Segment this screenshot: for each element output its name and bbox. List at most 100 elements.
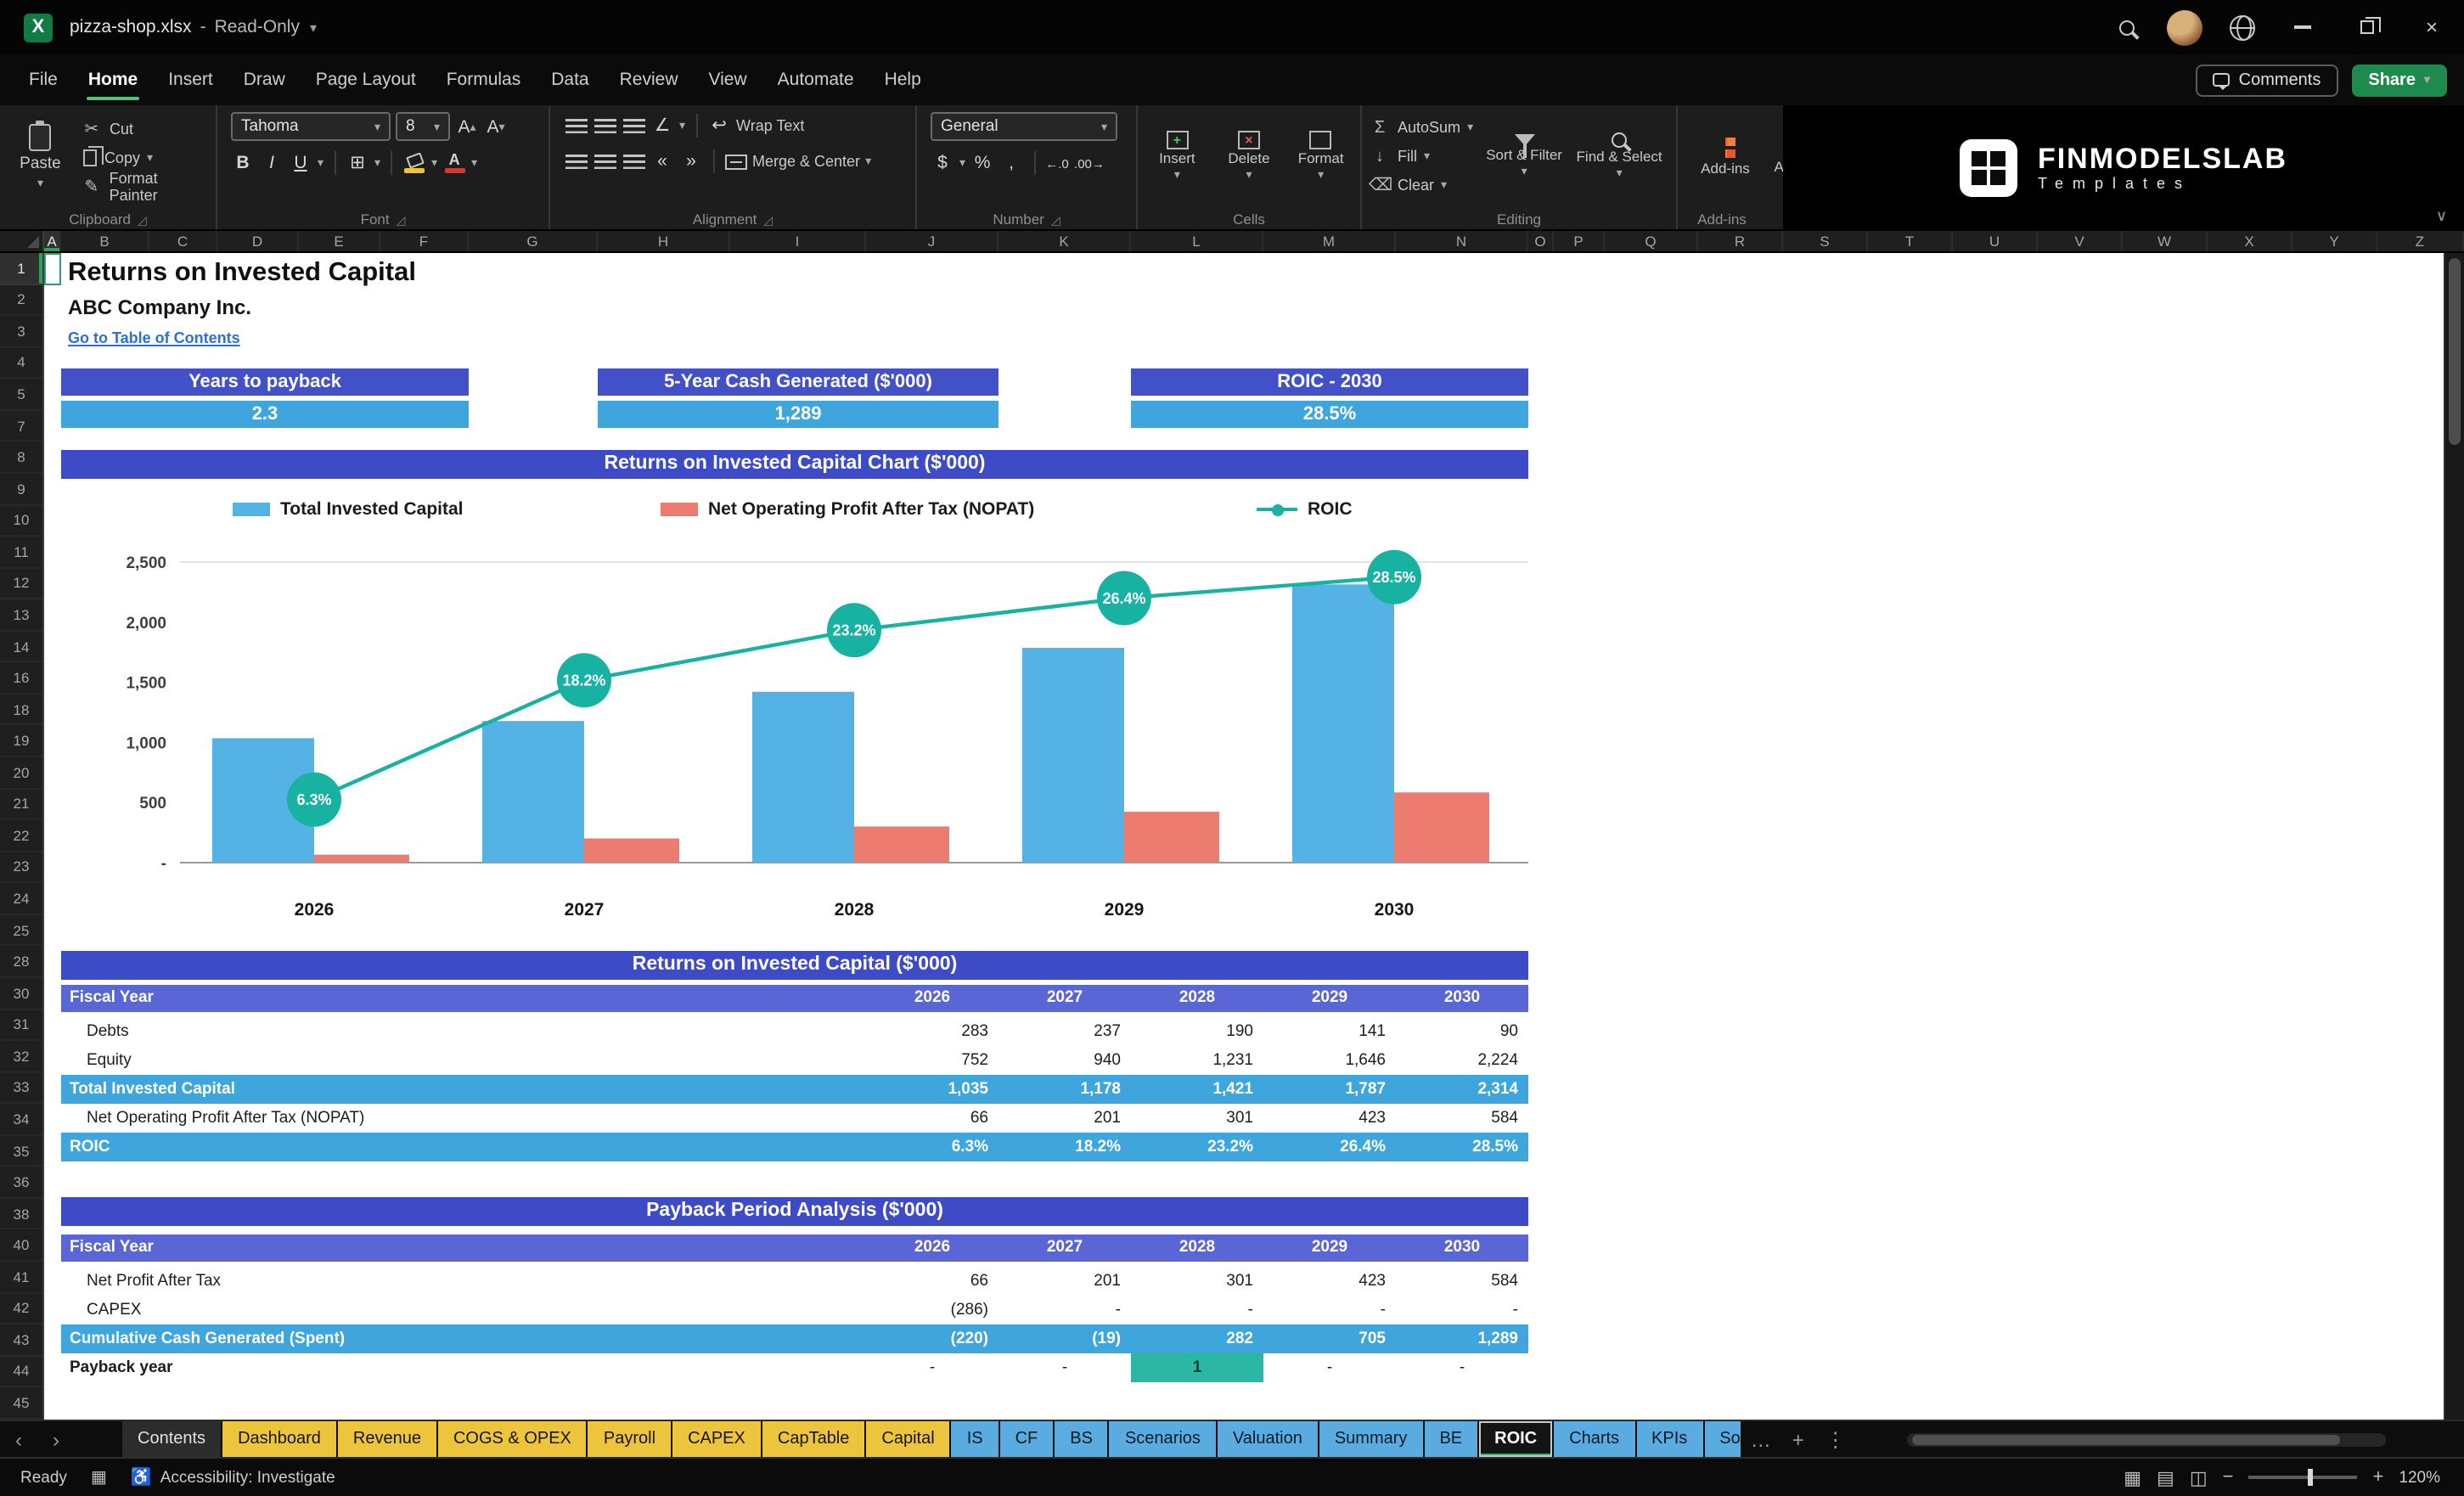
align-bottom-button[interactable]	[622, 112, 645, 139]
zoom-in-button[interactable]: +	[2373, 1467, 2384, 1488]
header-cell-2029[interactable]: 2029	[1263, 985, 1396, 1012]
menu-file[interactable]: File	[14, 54, 73, 105]
tab-be[interactable]: BE	[1424, 1421, 1478, 1457]
row-header-3[interactable]: 3	[0, 316, 42, 348]
row-header-32[interactable]: 32	[0, 1041, 42, 1073]
row-header-45[interactable]: 45	[0, 1388, 42, 1420]
format-painter-button[interactable]: ✎ Format Painter	[81, 170, 209, 204]
row-header-40[interactable]: 40	[0, 1230, 42, 1262]
cell[interactable]: 1,421	[1131, 1075, 1263, 1104]
cell[interactable]: 201	[999, 1104, 1131, 1133]
cell[interactable]: 301	[1131, 1267, 1263, 1296]
row-header-12[interactable]: 12	[0, 568, 42, 600]
cell[interactable]: 1,178	[999, 1075, 1131, 1104]
tab-valuation[interactable]: Valuation	[1217, 1421, 1318, 1457]
menu-data[interactable]: Data	[536, 54, 604, 105]
cell[interactable]: 28.5%	[1396, 1133, 1528, 1161]
cell[interactable]: 66	[866, 1104, 999, 1133]
cell[interactable]: 584	[1396, 1267, 1528, 1296]
tab-bs[interactable]: BS	[1055, 1421, 1108, 1457]
row-header-2[interactable]: 2	[0, 284, 42, 317]
header-cell-fiscal-year[interactable]: Fiscal Year	[61, 1234, 866, 1262]
column-header-N[interactable]: N	[1396, 231, 1528, 251]
kpi-value[interactable]: 28.5%	[1131, 401, 1528, 428]
zoom-slider-thumb[interactable]	[2308, 1469, 2314, 1486]
search-button[interactable]	[2097, 0, 2155, 54]
comments-button[interactable]: Comments	[2196, 64, 2338, 96]
tab-capex[interactable]: CAPEX	[672, 1421, 761, 1457]
cell[interactable]: -	[1396, 1353, 1528, 1382]
macro-record-icon[interactable]: ▦	[91, 1468, 107, 1487]
paste-button[interactable]: Paste ▾	[7, 112, 74, 200]
legend-roic[interactable]: ROIC	[1257, 499, 1353, 520]
bar-nopat-2028[interactable]	[854, 826, 949, 863]
menu-draw[interactable]: Draw	[228, 54, 301, 105]
column-header-U[interactable]: U	[1953, 231, 2038, 251]
clear-button[interactable]: ⌫ Clear ▾	[1369, 173, 1473, 197]
cell[interactable]: 23.2%	[1131, 1133, 1263, 1161]
menu-view[interactable]: View	[694, 54, 762, 105]
kpi-label[interactable]: ROIC - 2030	[1131, 368, 1528, 396]
close-button[interactable]: ×	[2399, 0, 2464, 54]
cell[interactable]: -	[1131, 1296, 1263, 1324]
autosum-button[interactable]: Σ AutoSum ▾	[1369, 115, 1473, 139]
insert-cells-button[interactable]: + Insert ▾	[1145, 112, 1210, 200]
column-header-A[interactable]: A	[44, 231, 61, 251]
header-cell-fiscal-year[interactable]: Fiscal Year	[61, 985, 866, 1012]
row-header-20[interactable]: 20	[0, 757, 42, 790]
row-header-44[interactable]: 44	[0, 1356, 42, 1388]
italic-button[interactable]: I	[260, 149, 284, 177]
font-size-select[interactable]: 8 ▾	[396, 112, 450, 141]
tab-scroll-right-icon[interactable]: ›	[37, 1421, 75, 1457]
row-header-10[interactable]: 10	[0, 505, 42, 537]
cell[interactable]: 1,035	[866, 1075, 999, 1104]
cell[interactable]: 283	[866, 1017, 999, 1046]
tab-cf[interactable]: CF	[999, 1421, 1054, 1457]
percent-button[interactable]: %	[970, 149, 994, 177]
increase-decimal-icon[interactable]: ←.0	[1045, 149, 1069, 177]
bar-invested-2027[interactable]	[482, 721, 584, 863]
column-header-V[interactable]: V	[2038, 231, 2123, 251]
sort-filter-button[interactable]: Sort & Filter ▾	[1480, 112, 1568, 200]
cell[interactable]: -	[866, 1353, 999, 1382]
cell[interactable]: 6.3%	[866, 1133, 999, 1161]
column-header-Y[interactable]: Y	[2292, 231, 2377, 251]
column-header-H[interactable]: H	[598, 231, 730, 251]
bold-button[interactable]: B	[231, 149, 255, 177]
cell[interactable]: -	[999, 1353, 1131, 1382]
row-header-35[interactable]: 35	[0, 1136, 42, 1167]
cell[interactable]: 1	[1131, 1353, 1263, 1382]
cell[interactable]: 26.4%	[1263, 1133, 1396, 1161]
bar-invested-2029[interactable]	[1022, 647, 1124, 863]
legend-total-invested-capital[interactable]: Total Invested Capital	[233, 499, 464, 520]
globe-button[interactable]	[2213, 0, 2270, 54]
find-select-button[interactable]: Find & Select ▾	[1575, 112, 1663, 200]
tab-scroll-left-icon[interactable]: ‹	[0, 1421, 37, 1457]
menu-home[interactable]: Home	[73, 54, 153, 105]
align-left-button[interactable]	[564, 148, 588, 175]
row-header-42[interactable]: 42	[0, 1293, 42, 1325]
cell[interactable]: 752	[866, 1046, 999, 1075]
cell[interactable]: 141	[1263, 1017, 1396, 1046]
header-cell-2029[interactable]: 2029	[1263, 1234, 1396, 1262]
tab-roic[interactable]: ROIC	[1479, 1421, 1553, 1457]
tab-cogs-opex[interactable]: COGS & OPEX	[437, 1421, 587, 1457]
column-header-R[interactable]: R	[1698, 231, 1783, 251]
tab-is[interactable]: IS	[951, 1421, 999, 1457]
row-header-25[interactable]: 25	[0, 915, 42, 947]
cell[interactable]: 584	[1396, 1104, 1528, 1133]
row-header-8[interactable]: 8	[0, 442, 42, 474]
row-header-31[interactable]: 31	[0, 1010, 42, 1042]
column-header-C[interactable]: C	[149, 231, 217, 251]
cell[interactable]: 90	[1396, 1017, 1528, 1046]
tab-contents[interactable]: Contents	[122, 1421, 222, 1457]
font-name-select[interactable]: Tahoma ▾	[231, 112, 391, 141]
header-cell-2028[interactable]: 2028	[1131, 1234, 1263, 1262]
tab-so[interactable]: So	[1704, 1421, 1741, 1457]
cell[interactable]: (286)	[866, 1296, 999, 1324]
row-header-24[interactable]: 24	[0, 884, 42, 915]
header-cell-2030[interactable]: 2030	[1396, 985, 1528, 1012]
row-header-5[interactable]: 5	[0, 380, 42, 411]
tab-summary[interactable]: Summary	[1319, 1421, 1423, 1457]
column-header-K[interactable]: K	[999, 231, 1131, 251]
